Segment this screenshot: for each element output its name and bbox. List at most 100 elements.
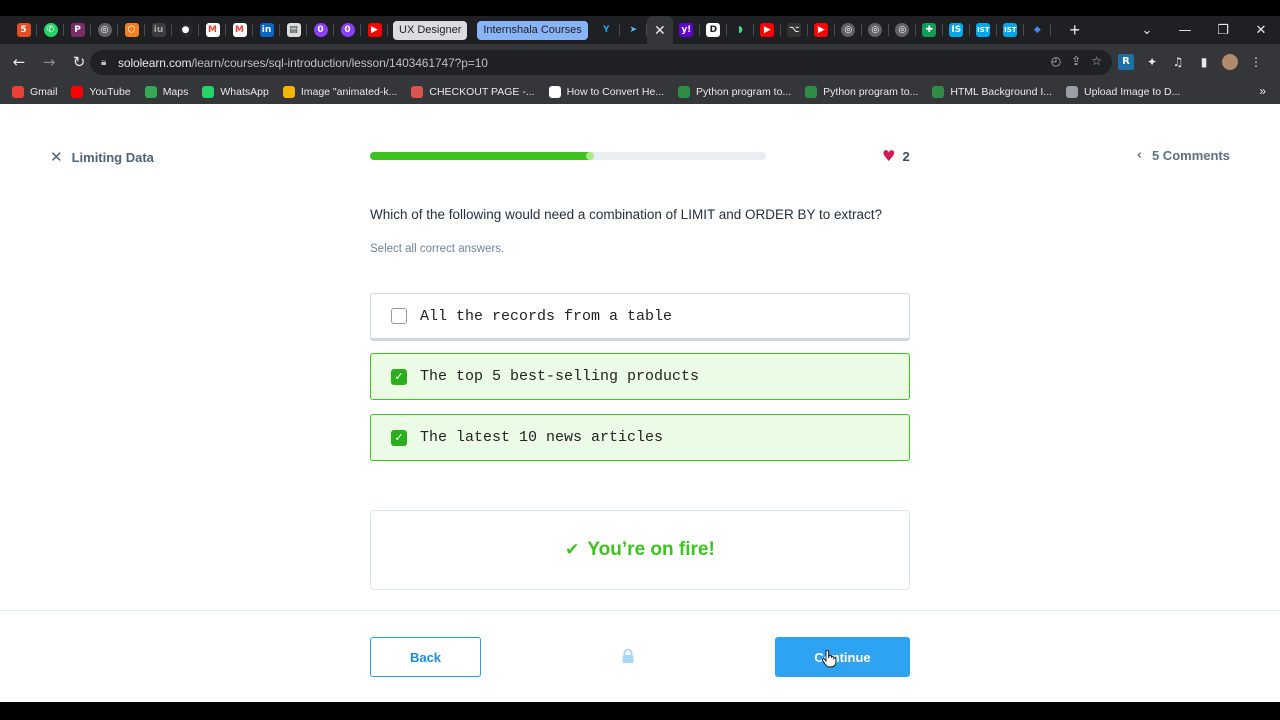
tab-favicon[interactable]: 5 <box>10 16 37 44</box>
performance-icon[interactable]: ◴ <box>1051 54 1061 68</box>
back-arrow-icon[interactable]: ← <box>6 53 32 71</box>
bookmark-favicon-icon <box>411 86 424 98</box>
tab-favicon[interactable]: ● <box>172 16 199 44</box>
feedback-banner: ✔ You’re on fire! <box>370 510 910 590</box>
bookmark-label: HTML Background I... <box>950 86 1053 98</box>
answer-option[interactable]: ✓ The latest 10 news articles <box>370 414 910 461</box>
tab-favicon[interactable]: ▶ <box>808 16 835 44</box>
media-control-icon[interactable]: ♫ <box>1170 54 1186 70</box>
tab-favicon[interactable]: P <box>64 16 91 44</box>
tab-group-internshala[interactable]: Internshala Courses <box>477 20 588 40</box>
bookmark-item[interactable]: Gmail <box>12 86 57 98</box>
answer-option[interactable]: All the records from a table <box>370 293 910 341</box>
bookmark-favicon-icon <box>548 86 561 98</box>
tab-favicon[interactable]: ◗ <box>727 16 754 44</box>
tab-favicon[interactable]: 0 <box>307 16 334 44</box>
bookmark-item[interactable]: How to Convert He... <box>548 86 665 98</box>
side-panel-icon[interactable]: ▮ <box>1196 54 1212 70</box>
bookmark-label: Maps <box>162 86 189 98</box>
tab-favicon[interactable]: ◎ <box>862 16 889 44</box>
forward-arrow-icon[interactable]: → <box>36 53 62 71</box>
bookmark-item[interactable]: HTML Background I... <box>932 86 1052 98</box>
bookmark-item[interactable]: YouTube <box>71 86 131 98</box>
restore-icon[interactable]: ❐ <box>1204 23 1242 38</box>
bookmark-item[interactable]: Upload Image to D... <box>1066 86 1180 98</box>
close-icon[interactable]: ✕ <box>50 148 63 166</box>
comments-link[interactable]: ‹ 5 Comments <box>1137 148 1230 163</box>
lock-icon[interactable]: 🔒︎ <box>101 57 115 68</box>
reload-icon[interactable]: ↻ <box>66 53 92 71</box>
tab-favicon[interactable]: M <box>199 16 226 44</box>
lesson-title: Limiting Data <box>71 149 154 165</box>
tab-favicon[interactable]: IS <box>943 16 970 44</box>
tab-favicon[interactable]: ▶ <box>754 16 781 44</box>
tab-favicon[interactable]: Y <box>593 16 620 44</box>
extension-r-icon[interactable]: R <box>1118 54 1134 70</box>
bookmark-favicon-icon <box>71 86 84 98</box>
bookmark-star-icon[interactable]: ☆ <box>1091 54 1102 68</box>
lesson-close[interactable]: ✕ Limiting Data <box>50 148 154 166</box>
tab-favicon[interactable]: ◎ <box>889 16 916 44</box>
tab-favicon[interactable]: ▶ <box>361 16 388 44</box>
bookmark-item[interactable]: Python program to... <box>678 86 791 98</box>
checkbox-checked-icon[interactable]: ✓ <box>391 368 407 385</box>
checkmark-icon: ✔ <box>565 540 580 560</box>
feedback-text: You’re on fire! <box>587 539 715 560</box>
tab-favicon[interactable]: IST <box>970 16 997 44</box>
back-button[interactable]: Back <box>370 637 481 677</box>
close-window-icon[interactable]: ✕ <box>1242 23 1280 38</box>
tab-search-icon[interactable]: ⌄ <box>1128 23 1166 38</box>
menu-kebab-icon[interactable]: ⋮ <box>1248 54 1264 70</box>
address-bar[interactable]: 🔒︎ sololearn.com/learn/courses/sql-intro… <box>90 50 1112 75</box>
profile-avatar[interactable] <box>1222 54 1238 70</box>
progress-fill <box>370 152 594 160</box>
tab-group-ux-designer[interactable]: UX Designer <box>393 20 468 40</box>
url-host: sololearn.com <box>118 55 192 70</box>
url-path: /learn/courses/sql-introduction/lesson/1… <box>191 55 488 70</box>
tab-favicon[interactable]: ✆ <box>37 16 64 44</box>
checkbox-checked-icon[interactable]: ✓ <box>391 429 407 446</box>
tab-favicon[interactable]: M <box>226 16 253 44</box>
bookmark-label: YouTube <box>89 86 131 98</box>
share-icon[interactable]: ⇪ <box>1071 54 1081 68</box>
comments-label: 5 Comments <box>1151 148 1230 163</box>
tab-favicon[interactable]: y! <box>673 16 700 44</box>
tab-favicon[interactable]: IST <box>997 16 1024 44</box>
tab-favicon[interactable]: in <box>253 16 280 44</box>
bookmark-item[interactable]: Image "animated-k... <box>282 86 397 98</box>
tab-favicon[interactable]: 0 <box>334 16 361 44</box>
continue-button[interactable]: Continue <box>775 637 910 677</box>
tab-favicon[interactable]: ➤ <box>620 16 647 44</box>
lesson-progress-bar <box>370 152 766 160</box>
tab-favicon[interactable]: ▤ <box>280 16 307 44</box>
extensions-puzzle-icon[interactable]: ✦ <box>1144 54 1160 70</box>
bookmarks-bar: Gmail YouTube Maps WhatsApp Image "animated-… <box>0 80 1280 104</box>
bookmark-item[interactable]: Maps <box>144 86 189 98</box>
tab-favicon[interactable]: iu <box>145 16 172 44</box>
footer-divider <box>0 610 1280 611</box>
bookmarks-overflow-icon[interactable]: » <box>1259 84 1266 98</box>
active-tab-close-icon[interactable]: ✕ <box>646 16 673 44</box>
tab-favicon[interactable]: ◆ <box>1024 16 1051 44</box>
answer-option[interactable]: ✓ The top 5 best-selling products <box>370 353 910 400</box>
minimize-icon[interactable]: — <box>1166 23 1204 38</box>
answer-option-label: The top 5 best-selling products <box>420 368 700 385</box>
bookmark-item[interactable]: WhatsApp <box>202 86 269 98</box>
bookmark-item[interactable]: CHECKOUT PAGE -... <box>411 86 535 98</box>
bookmark-item[interactable]: Python program to... <box>805 86 918 98</box>
bookmark-label: How to Convert He... <box>566 86 665 98</box>
tab-favicon[interactable]: ◎ <box>91 16 118 44</box>
tab-favicon[interactable]: ⬡ <box>118 16 145 44</box>
bookmark-label: Upload Image to D... <box>1084 86 1181 98</box>
tab-favicon[interactable]: ✚ <box>916 16 943 44</box>
url-text[interactable]: sololearn.com/learn/courses/sql-introduc… <box>118 56 488 70</box>
new-tab-icon[interactable]: + <box>1063 20 1087 41</box>
checkbox-unchecked-icon[interactable] <box>391 308 407 324</box>
lesson-page: ✕ Limiting Data ♥ 2 ‹ 5 Comments Which o… <box>0 104 1280 702</box>
tab-favicon[interactable]: ⌥ <box>781 16 808 44</box>
tab-favicon[interactable]: D <box>700 16 727 44</box>
bookmark-label: Python program to... <box>823 86 919 98</box>
bookmark-label: WhatsApp <box>220 86 269 98</box>
tab-favicon[interactable]: ◎ <box>835 16 862 44</box>
lives-counter: ♥ 2 <box>882 147 910 165</box>
